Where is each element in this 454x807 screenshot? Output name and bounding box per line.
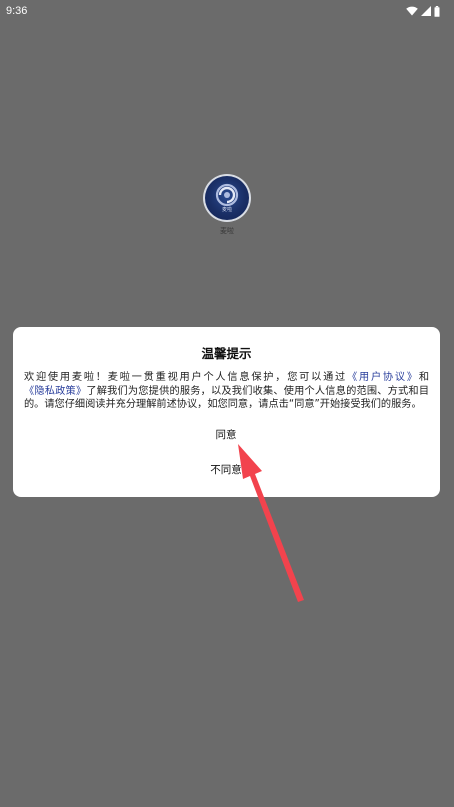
dialog-body: 欢迎使用麦啦！麦啦一贯重视用户个人信息保护，您可以通过《用户协议》和《隐私政策》…	[24, 371, 429, 412]
signal-icon	[421, 6, 431, 16]
agree-button[interactable]: 同意	[196, 425, 256, 445]
swirl-icon	[215, 183, 239, 207]
status-time: 9:36	[6, 5, 28, 17]
user-agreement-link[interactable]: 《用户协议》	[347, 372, 419, 383]
app-logo: 麦啦	[203, 174, 251, 222]
disagree-button[interactable]: 不同意	[196, 460, 256, 480]
app-name-label: 麦啦	[220, 227, 234, 235]
status-icons	[406, 5, 440, 17]
privacy-dialog: 温馨提示 欢迎使用麦啦！麦啦一贯重视用户个人信息保护，您可以通过《用户协议》和《…	[13, 327, 440, 497]
body-and: 和	[418, 372, 430, 383]
app-logo-emblem: 麦啦	[205, 176, 249, 220]
dialog-title: 温馨提示	[201, 346, 252, 361]
logo-text: 麦啦	[221, 207, 232, 213]
body-prefix: 欢迎使用麦啦！麦啦一贯重视用户个人信息保护，您可以通过	[24, 372, 348, 383]
privacy-policy-link[interactable]: 《隐私政策》	[24, 386, 86, 397]
status-bar: 9:36	[0, 0, 454, 22]
wifi-icon	[406, 6, 418, 16]
battery-icon	[434, 5, 440, 17]
